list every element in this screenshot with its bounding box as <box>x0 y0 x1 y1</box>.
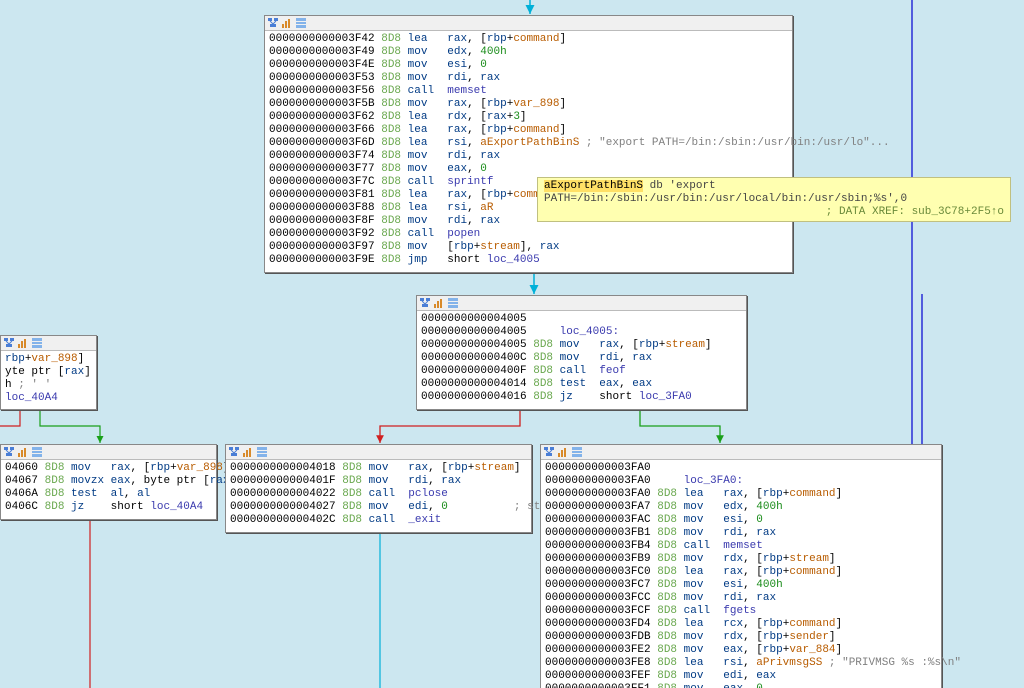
asm-line[interactable]: 0000000000003FDB 8D8 mov rdx, [rbp+sende… <box>545 631 937 644</box>
asm-line[interactable]: 0000000000003F49 8D8 mov edx, 400h <box>269 46 788 59</box>
asm-line[interactable]: 0000000000003F74 8D8 mov rdi, rax <box>269 150 788 163</box>
asm-line[interactable]: h ; ' ' <box>5 379 92 392</box>
asm-line[interactable]: 0000000000003FD4 8D8 lea rcx, [rbp+comma… <box>545 618 937 631</box>
asm-line[interactable]: 000000000000400F 8D8 call feof <box>421 365 742 378</box>
asm-line[interactable]: loc_40A4 <box>5 392 92 405</box>
asm-line[interactable]: 000000000000401F 8D8 mov rdi, rax <box>230 475 527 488</box>
node-titlebar <box>1 336 96 351</box>
asm-line[interactable]: 0000000000003FA0 8D8 lea rax, [rbp+comma… <box>545 488 937 501</box>
block-4018[interactable]: 0000000000004018 8D8 mov rax, [rbp+strea… <box>225 444 532 533</box>
chart-icon <box>433 297 445 309</box>
flow-icon <box>256 446 268 458</box>
asm-line[interactable]: 0000000000003FC0 8D8 lea rax, [rbp+comma… <box>545 566 937 579</box>
graph-icon <box>419 297 431 309</box>
node-titlebar <box>417 296 746 311</box>
asm-line[interactable]: 0000000000003F53 8D8 mov rdi, rax <box>269 72 788 85</box>
block-fragment-left[interactable]: rbp+var_898]yte ptr [rax]h ; ' 'loc_40A4 <box>0 335 97 410</box>
asm-line[interactable]: 000000000000400C 8D8 mov rdi, rax <box>421 352 742 365</box>
node-titlebar <box>265 16 792 31</box>
chart-icon <box>17 446 29 458</box>
asm-line[interactable]: yte ptr [rax] <box>5 366 92 379</box>
block-3F42[interactable]: 0000000000003F42 8D8 lea rax, [rbp+comma… <box>264 15 793 273</box>
asm-line[interactable]: 0000000000003F5B 8D8 mov rax, [rbp+var_8… <box>269 98 788 111</box>
asm-line[interactable]: 0406C 8D8 jz short loc_40A4 <box>5 501 212 514</box>
asm-line[interactable]: 04067 8D8 movzx eax, byte ptr [rax] <box>5 475 212 488</box>
flow-icon <box>31 446 43 458</box>
node-body: rbp+var_898]yte ptr [rax]h ; ' 'loc_40A4 <box>1 351 96 409</box>
asm-line[interactable]: 0000000000004022 8D8 call pclose <box>230 488 527 501</box>
asm-line[interactable]: 0000000000003FE2 8D8 mov eax, [rbp+var_8… <box>545 644 937 657</box>
node-titlebar <box>1 445 216 460</box>
asm-line[interactable]: 0000000000003FA0 loc_3FA0: <box>545 475 937 488</box>
node-body: 0000000000004005 0000000000004005 loc_40… <box>417 311 746 408</box>
tooltip-symbol: aExportPathBinS <box>544 180 643 192</box>
asm-line[interactable]: 0000000000003FCF 8D8 call fgets <box>545 605 937 618</box>
flow-icon <box>571 446 583 458</box>
asm-line[interactable]: 0000000000003F6D 8D8 lea rsi, aExportPat… <box>269 137 788 150</box>
node-titlebar <box>226 445 531 460</box>
graph-icon <box>3 446 15 458</box>
flow-icon <box>447 297 459 309</box>
block-3FA0[interactable]: 0000000000003FA0 0000000000003FA0 loc_3F… <box>540 444 942 688</box>
asm-line[interactable]: 0000000000003F62 8D8 lea rdx, [rax+3] <box>269 111 788 124</box>
chart-icon <box>557 446 569 458</box>
asm-line[interactable]: 0000000000003F97 8D8 mov [rbp+stream], r… <box>269 241 788 254</box>
chart-icon <box>242 446 254 458</box>
asm-line[interactable]: rbp+var_898] <box>5 353 92 366</box>
block-4005[interactable]: 0000000000004005 0000000000004005 loc_40… <box>416 295 747 410</box>
asm-line[interactable]: 0000000000003FF1 8D8 mov eax, 0 <box>545 683 937 688</box>
flow-icon <box>295 17 307 29</box>
graph-icon <box>3 337 15 349</box>
asm-line[interactable]: 0000000000003F92 8D8 call popen <box>269 228 788 241</box>
block-4060[interactable]: 04060 8D8 mov rax, [rbp+var_898]04067 8D… <box>0 444 217 520</box>
asm-line[interactable]: 0000000000003F56 8D8 call memset <box>269 85 788 98</box>
asm-line[interactable]: 0000000000004005 loc_4005: <box>421 326 742 339</box>
asm-line[interactable]: 0000000000003FC7 8D8 mov esi, 400h <box>545 579 937 592</box>
asm-line[interactable]: 0000000000004018 8D8 mov rax, [rbp+strea… <box>230 462 527 475</box>
asm-line[interactable]: 0000000000003F4E 8D8 mov esi, 0 <box>269 59 788 72</box>
graph-icon <box>267 17 279 29</box>
node-body: 0000000000003FA0 0000000000003FA0 loc_3F… <box>541 460 941 688</box>
asm-line[interactable]: 0000000000003FB4 8D8 call memset <box>545 540 937 553</box>
asm-line[interactable]: 0000000000003FAC 8D8 mov esi, 0 <box>545 514 937 527</box>
graph-icon <box>228 446 240 458</box>
chart-icon <box>281 17 293 29</box>
graph-icon <box>543 446 555 458</box>
asm-line[interactable]: 0000000000004005 <box>421 313 742 326</box>
asm-line[interactable]: 0000000000003FEF 8D8 mov edi, eax <box>545 670 937 683</box>
asm-line[interactable]: 0000000000003F42 8D8 lea rax, [rbp+comma… <box>269 33 788 46</box>
asm-line[interactable]: 0000000000003F66 8D8 lea rax, [rbp+comma… <box>269 124 788 137</box>
asm-line[interactable]: 0000000000004005 8D8 mov rax, [rbp+strea… <box>421 339 742 352</box>
asm-line[interactable]: 0000000000003F9E 8D8 jmp short loc_4005 <box>269 254 788 267</box>
asm-line[interactable]: 000000000000402C 8D8 call _exit <box>230 514 527 527</box>
asm-line[interactable]: 0000000000003FCC 8D8 mov rdi, rax <box>545 592 937 605</box>
asm-line[interactable]: 0000000000004016 8D8 jz short loc_3FA0 <box>421 391 742 404</box>
node-body: 0000000000003F42 8D8 lea rax, [rbp+comma… <box>265 31 792 271</box>
tooltip-xref-line: ; DATA XREF: sub_3C78+2F5↑o <box>544 206 1004 219</box>
node-titlebar <box>541 445 941 460</box>
node-body: 0000000000004018 8D8 mov rax, [rbp+strea… <box>226 460 531 531</box>
asm-line[interactable]: 0000000000003FA0 <box>545 462 937 475</box>
asm-line[interactable]: 04060 8D8 mov rax, [rbp+var_898] <box>5 462 212 475</box>
asm-line[interactable]: 0000000000003FB9 8D8 mov rdx, [rbp+strea… <box>545 553 937 566</box>
asm-line[interactable]: 0000000000003FB1 8D8 mov rdi, rax <box>545 527 937 540</box>
asm-line[interactable]: 0000000000003FE8 8D8 lea rsi, aPrivmsgSS… <box>545 657 937 670</box>
asm-line[interactable]: 0000000000004027 8D8 mov edi, 0 ; status <box>230 501 527 514</box>
asm-line[interactable]: 0000000000004014 8D8 test eax, eax <box>421 378 742 391</box>
flow-icon <box>31 337 43 349</box>
chart-icon <box>17 337 29 349</box>
node-body: 04060 8D8 mov rax, [rbp+var_898]04067 8D… <box>1 460 216 518</box>
tooltip-xref: aExportPathBinS db 'export PATH=/bin:/sb… <box>537 177 1011 222</box>
asm-line[interactable]: 0000000000003F77 8D8 mov eax, 0 <box>269 163 788 176</box>
asm-line[interactable]: 0000000000003FA7 8D8 mov edx, 400h <box>545 501 937 514</box>
asm-line[interactable]: 0406A 8D8 test al, al <box>5 488 212 501</box>
